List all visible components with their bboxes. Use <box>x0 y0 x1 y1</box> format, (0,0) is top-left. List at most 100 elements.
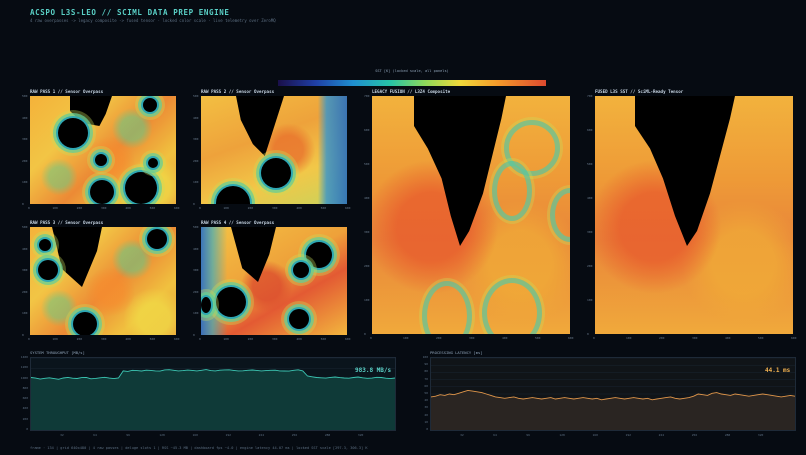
x-tick-label: 200 <box>436 336 442 340</box>
legacy-fusion-map <box>372 96 570 334</box>
y-tick-label: 500 <box>22 94 28 98</box>
raw-pass-3-map <box>30 227 176 335</box>
y-tick-label: 500 <box>364 162 370 166</box>
x-tick-label: 600 <box>174 337 180 341</box>
land-mask <box>231 227 276 282</box>
x-tick-label: 300 <box>272 206 278 210</box>
cloud-gap <box>90 180 114 204</box>
x-tick-label: 0 <box>28 337 30 341</box>
fused-sst-map <box>595 96 793 334</box>
x-tick-label: 160 <box>192 433 198 437</box>
y-tick-label: 200 <box>22 158 28 163</box>
y-tick-label: 200 <box>193 158 199 163</box>
y-tick-label: 1200 <box>20 365 28 370</box>
y-tick-label: 60 <box>424 383 428 388</box>
y-tick-label: 400 <box>364 196 370 200</box>
latency-chart <box>430 357 796 431</box>
y-tick-label: 0 <box>364 332 366 336</box>
raw-pass-2-map <box>201 96 347 204</box>
y-tick-label: 0 <box>426 427 428 431</box>
y-tick-label: 70 <box>424 376 428 381</box>
x-tick-label: 300 <box>692 336 698 340</box>
y-tick-label: 800 <box>22 385 28 390</box>
y-tick-label: 100 <box>22 311 28 316</box>
x-tick-label: 300 <box>272 337 278 341</box>
y-tick-label: 700 <box>587 94 593 98</box>
x-tick-label: 96 <box>126 433 130 437</box>
x-tick-label: 128 <box>559 433 565 437</box>
x-tick-label: 500 <box>320 206 327 210</box>
y-tick-label: 300 <box>587 230 593 234</box>
series-area <box>431 390 795 430</box>
y-tick-label: 90 <box>424 362 428 367</box>
artifact-ring <box>492 161 532 221</box>
x-tick-label: 300 <box>469 336 475 340</box>
app-title: ACSPO L3S-LEO // SCIML DATA PREP ENGINE <box>30 8 230 17</box>
cloud-gap <box>143 98 157 112</box>
panel-title-raw2: RAW PASS 2 // Sensor Overpass <box>201 89 275 94</box>
land-mask <box>52 227 102 287</box>
x-tick-label: 0 <box>28 206 30 210</box>
artifact-ring <box>550 188 570 242</box>
x-tick-label: 600 <box>174 206 180 210</box>
x-tick-label: 64 <box>493 433 497 437</box>
series-area <box>31 369 395 430</box>
panel-title-raw4: RAW PASS 4 // Sensor Overpass <box>201 220 275 225</box>
x-tick-label: 320 <box>757 433 764 437</box>
x-tick-label: 100 <box>223 337 229 341</box>
x-tick-label: 400 <box>125 206 131 210</box>
x-tick-label: 400 <box>125 337 131 341</box>
cloud-gap <box>125 172 157 204</box>
y-tick-label: 500 <box>22 225 28 229</box>
y-tick-label: 0 <box>26 427 28 431</box>
throughput-title: SYSTEM THROUGHPUT [MB/s] <box>30 350 85 355</box>
x-tick-label: 100 <box>403 336 409 340</box>
y-tick-label: 100 <box>364 298 370 302</box>
x-tick-label: 500 <box>320 337 327 341</box>
y-tick-label: 600 <box>364 128 370 132</box>
latency-plot <box>430 357 796 431</box>
y-tick-label: 400 <box>22 406 28 411</box>
x-tick-label: 400 <box>296 206 302 210</box>
y-tick-label: 500 <box>587 162 593 166</box>
x-tick-label: 100 <box>52 337 58 341</box>
x-tick-label: 64 <box>93 433 97 437</box>
status-footer: frame · 134 | grid 640x480 | 4 raw passe… <box>30 446 368 450</box>
cloud-gap <box>216 186 250 204</box>
y-tick-label: 400 <box>193 246 199 251</box>
x-tick-label: 500 <box>758 336 764 340</box>
x-tick-label: 200 <box>76 337 83 341</box>
y-tick-label: 0 <box>193 202 195 206</box>
x-tick-label: 600 <box>345 206 351 210</box>
cloud-gap <box>293 262 309 278</box>
panel-title-fused: FUSED L3S SST // SciML-Ready Tensor <box>595 89 684 94</box>
x-tick-label: 500 <box>149 337 156 341</box>
latency-readout: 44.1 ms <box>765 367 791 374</box>
x-tick-label: 500 <box>149 206 156 210</box>
throughput-readout: 983.8 MB/s <box>355 367 392 374</box>
x-tick-label: 224 <box>658 433 665 437</box>
x-tick-label: 100 <box>626 336 632 340</box>
latency-title: PROCESSING LATENCY [ms] <box>430 350 483 355</box>
y-tick-label: 1400 <box>20 355 28 359</box>
y-tick-label: 300 <box>22 137 28 142</box>
x-tick-label: 32 <box>60 433 64 437</box>
y-tick-label: 100 <box>193 180 199 185</box>
x-tick-label: 100 <box>223 206 229 210</box>
x-tick-label: 0 <box>199 337 201 341</box>
y-tick-label: 30 <box>424 405 428 410</box>
y-tick-label: 500 <box>193 94 199 98</box>
x-tick-label: 400 <box>502 336 508 340</box>
x-tick-label: 0 <box>370 336 372 340</box>
panel-title-raw1: RAW PASS 1 // Sensor Overpass <box>30 89 104 94</box>
y-tick-label: 400 <box>22 246 28 251</box>
cloud-gap <box>201 297 211 313</box>
land-mask <box>414 96 506 246</box>
x-tick-label: 192 <box>625 433 631 437</box>
y-tick-label: 20 <box>424 412 428 417</box>
cloud-gap <box>306 242 332 268</box>
y-tick-label: 200 <box>193 289 199 294</box>
y-tick-label: 200 <box>587 264 593 268</box>
cloud-gap <box>261 158 291 188</box>
panel-title-raw3: RAW PASS 3 // Sensor Overpass <box>30 220 104 225</box>
